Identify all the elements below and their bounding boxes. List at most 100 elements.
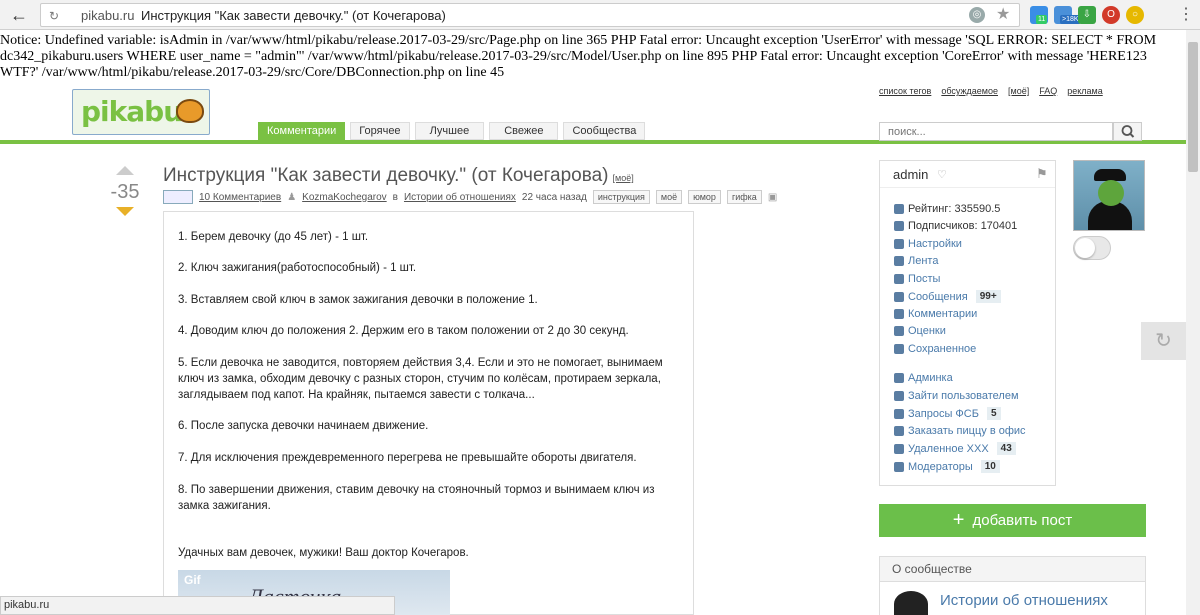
php-error-notice: Notice: Undefined variable: isAdmin in /… xyxy=(0,33,1157,80)
plus-icon: + xyxy=(952,509,965,531)
menu-admin[interactable]: Админка xyxy=(894,372,953,384)
browser-status-bar: pikabu.ru xyxy=(0,596,395,615)
logo-bun-icon xyxy=(176,99,204,123)
community-name[interactable]: Истории об отношениях xyxy=(940,592,1108,609)
menu-fsb-requests[interactable]: Запросы ФСБ 5 xyxy=(894,407,1001,420)
bell-icon[interactable]: ♡ xyxy=(937,168,947,181)
community-link[interactable]: Истории об отношениях xyxy=(404,192,516,203)
feed-icon xyxy=(894,256,904,266)
post-paragraph: 2. Ключ зажигания(работоспособный) - 1 ш… xyxy=(178,262,417,274)
link-mine[interactable]: [моё] xyxy=(1008,86,1029,96)
gif-label: Gif xyxy=(184,573,201,587)
shield-icon xyxy=(894,461,904,472)
shield-icon xyxy=(894,373,904,383)
post-paragraph: Удачных вам девочек, мужики! Ваш доктор … xyxy=(178,547,469,559)
refresh-icon[interactable]: ↻ xyxy=(1141,322,1186,360)
tab-fresh[interactable]: Свежее xyxy=(489,122,559,140)
messages-badge: 99+ xyxy=(975,290,1001,303)
star-icon[interactable]: ★ xyxy=(996,5,1010,25)
tab-best[interactable]: Лучшее xyxy=(414,122,485,140)
comments-link[interactable]: 10 Комментариев xyxy=(199,192,281,203)
tab-hot[interactable]: Горячее xyxy=(350,122,410,140)
search-input[interactable] xyxy=(880,123,1112,140)
post-mine-label[interactable]: [моё] xyxy=(613,173,634,183)
tag[interactable]: гифка xyxy=(726,190,762,204)
ext-calendar-icon[interactable]: 11 xyxy=(1030,6,1048,24)
user-subscribers: Подписчиков: 170401 xyxy=(894,220,1017,232)
community-box: О сообществе Истории об отношениях xyxy=(879,556,1146,615)
post-title-row: Инструкция "Как завести девочку." (от Ко… xyxy=(163,164,634,190)
translate-icon[interactable]: ◎ xyxy=(969,7,985,23)
menu-feed[interactable]: Лента xyxy=(894,255,938,267)
fsb-badge: 5 xyxy=(986,407,1001,420)
vote-up-button[interactable] xyxy=(116,166,134,175)
search-icon xyxy=(1121,125,1135,138)
subscribers-icon xyxy=(894,221,904,231)
link-faq[interactable]: FAQ xyxy=(1039,86,1057,96)
post-title[interactable]: Инструкция "Как завести девочку." (от Ко… xyxy=(163,165,609,186)
pizza-icon xyxy=(894,426,904,436)
user-name[interactable]: admin xyxy=(893,167,928,182)
tag[interactable]: моё xyxy=(655,190,683,204)
divider xyxy=(880,187,1055,188)
info-icon[interactable]: ↻ xyxy=(49,7,59,25)
menu-login-as-user[interactable]: Зайти пользователем xyxy=(894,390,1019,402)
vote-down-button[interactable] xyxy=(116,207,134,216)
url-page-title: Инструкция "Как завести девочку." (от Ко… xyxy=(141,8,446,23)
post-paragraph: 8. По завершении движения, ставим девочк… xyxy=(178,484,655,512)
post-time: 22 часа назад xyxy=(521,191,587,203)
rating-icon xyxy=(894,326,904,336)
menu-messages[interactable]: Сообщения 99+ xyxy=(894,290,1001,303)
tab-communities[interactable]: Сообщества xyxy=(563,122,646,140)
save-icon[interactable]: ▣ xyxy=(768,192,777,203)
tag[interactable]: инструкция xyxy=(592,190,650,204)
extension-icons: 11 >18K ⇩ O ○ xyxy=(1030,5,1144,25)
view-toggle-icon[interactable] xyxy=(163,190,193,204)
author-icon: ♟ xyxy=(287,191,297,203)
site-logo[interactable]: pikabu xyxy=(72,89,210,135)
tag[interactable]: юмор xyxy=(688,190,721,204)
page-scrollbar[interactable] xyxy=(1186,30,1200,615)
deleted-badge: 43 xyxy=(996,442,1016,455)
scrollbar-thumb[interactable] xyxy=(1188,42,1198,172)
post-paragraph: 7. Для исключения преждевременного перег… xyxy=(178,452,637,464)
link-ads[interactable]: реклама xyxy=(1067,86,1103,96)
post-paragraph: 5. Если девочка не заводится, повторяем … xyxy=(178,357,663,401)
post-paragraph: 3. Вставляем свой ключ в замок зажигания… xyxy=(178,294,538,306)
menu-icon[interactable]: ⋮ xyxy=(1178,5,1194,25)
saved-icon xyxy=(894,344,904,354)
avatar[interactable] xyxy=(1073,160,1145,231)
flag-icon[interactable]: ⚑ xyxy=(1036,166,1048,182)
user-card: admin ♡ ⚑ Рейтинг: 335590.5 Подписчиков:… xyxy=(879,160,1056,486)
browser-toolbar: ← ↻ pikabu.ru Инструкция "Как завести де… xyxy=(0,0,1200,30)
community-avatar[interactable] xyxy=(894,591,928,615)
ext-chrome-icon[interactable]: ○ xyxy=(1126,6,1144,24)
ext-counter-icon[interactable]: >18K xyxy=(1054,6,1081,24)
search-button[interactable] xyxy=(1113,122,1142,141)
ext-download-icon[interactable]: ⇩ xyxy=(1078,6,1096,24)
in-label: в xyxy=(392,191,398,203)
menu-comments[interactable]: Комментарии xyxy=(894,308,977,320)
search-box xyxy=(879,122,1113,141)
menu-settings[interactable]: Настройки xyxy=(894,238,962,250)
logo-text: pikabu xyxy=(81,95,183,128)
post-content: 1. Берем девочку (до 45 лет) - 1 шт. 2. … xyxy=(163,211,694,615)
add-post-button[interactable]: + добавить пост xyxy=(879,504,1146,537)
link-discussed[interactable]: обсуждаемое xyxy=(941,86,998,96)
menu-ratings[interactable]: Оценки xyxy=(894,325,946,337)
post-paragraph: 4. Доводим ключ до положения 2. Держим е… xyxy=(178,325,629,337)
theme-toggle[interactable] xyxy=(1073,236,1111,260)
envelope-icon xyxy=(894,291,904,302)
author-link[interactable]: KozmaKochegarov xyxy=(302,192,387,203)
menu-moderators[interactable]: Модераторы 10 xyxy=(894,460,1000,473)
ext-opera-icon[interactable]: O xyxy=(1102,6,1120,24)
link-tag-list[interactable]: список тегов xyxy=(879,86,931,96)
menu-order-pizza[interactable]: Заказать пиццу в офис xyxy=(894,425,1026,437)
tab-comments[interactable]: Комментарии xyxy=(258,122,346,140)
deleted-icon xyxy=(894,443,904,454)
menu-posts[interactable]: Посты xyxy=(894,273,940,285)
address-bar[interactable]: ↻ pikabu.ru Инструкция "Как завести дево… xyxy=(40,3,1020,27)
menu-saved[interactable]: Сохраненное xyxy=(894,343,976,355)
back-arrow-icon[interactable]: ← xyxy=(8,4,30,26)
menu-deleted-xxx[interactable]: Удаленное XXX 43 xyxy=(894,442,1016,455)
